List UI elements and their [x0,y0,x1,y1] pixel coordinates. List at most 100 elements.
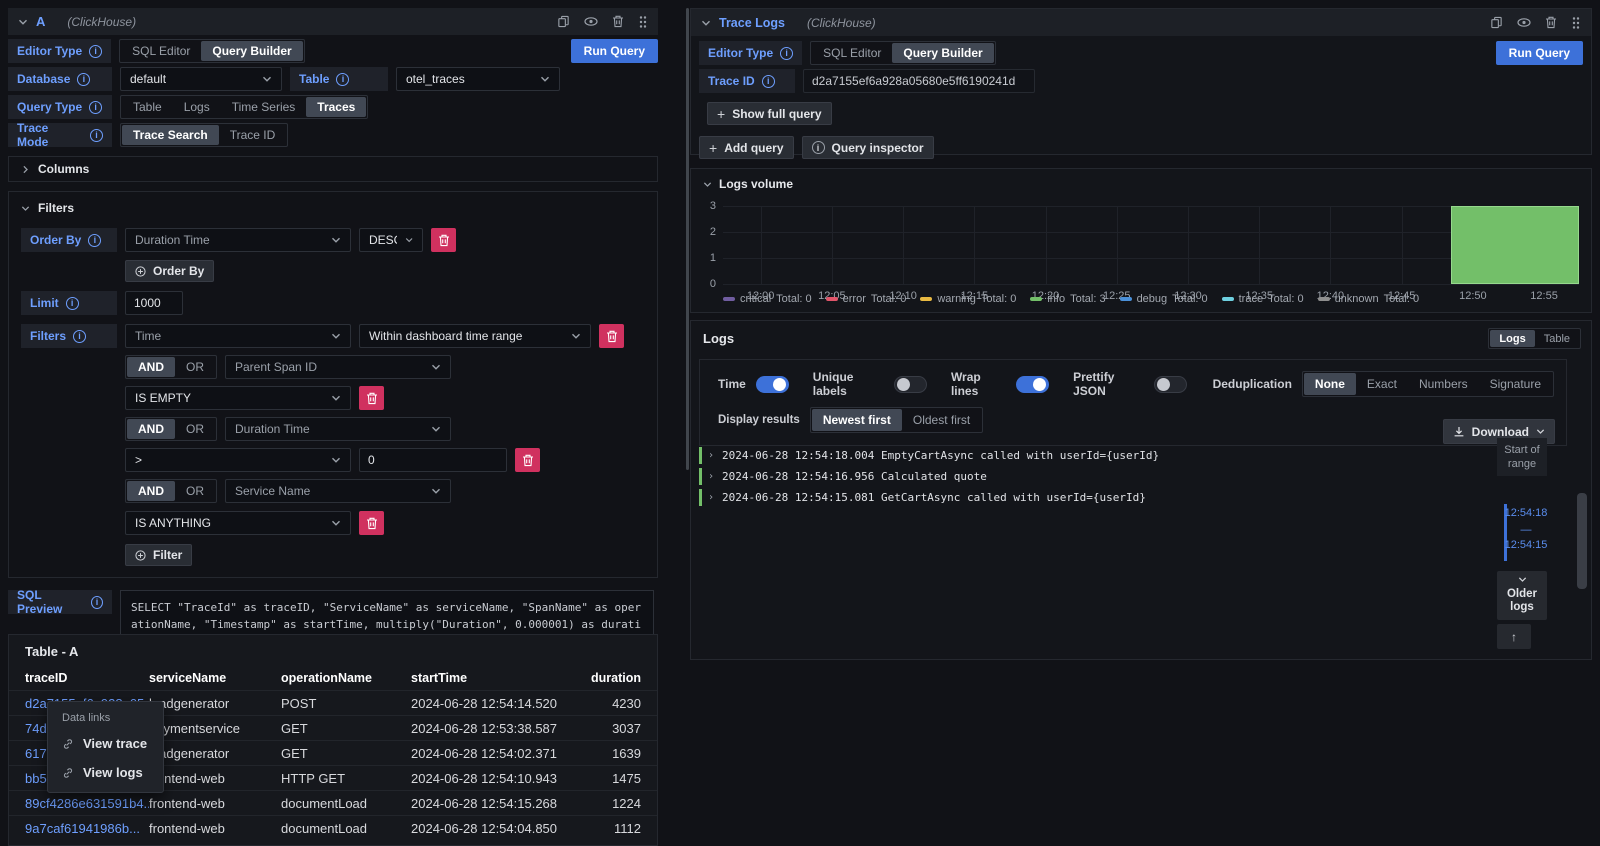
info-icon[interactable]: i [89,101,102,114]
hide-query-eye-icon[interactable] [584,16,598,27]
duplicate-query-icon[interactable] [557,15,570,28]
remove-filter-button[interactable] [359,386,384,410]
logs-volume-header[interactable]: Logs volume [691,169,1591,191]
info-icon[interactable]: i [780,47,793,60]
info-icon[interactable]: i [762,75,775,88]
newest-first-option[interactable]: Newest first [812,409,902,431]
trace-id-link[interactable]: 89cf4286e631591b4... [25,791,149,815]
filter-operator-select[interactable]: > [125,448,351,472]
query-builder-option[interactable]: Query Builder [201,41,302,61]
info-icon[interactable]: i [89,45,102,58]
sql-editor-option[interactable]: SQL Editor [121,41,201,61]
legend-item-trace[interactable]: traceTotal: 0 [1222,293,1304,305]
view-table-option[interactable]: Table [1535,330,1579,347]
info-icon[interactable]: i [336,73,349,86]
remove-filter-button[interactable] [515,448,540,472]
filters-section-header[interactable]: Filters [21,201,645,215]
trace-id-input[interactable] [803,69,1035,93]
limit-input[interactable] [125,291,183,315]
legend-item-warning[interactable]: warningTotal: 0 [920,293,1016,305]
query-type-logs[interactable]: Logs [173,97,221,117]
view-logs-link[interactable]: View logs [62,765,147,780]
expand-log-chevron-icon[interactable]: › [708,492,716,503]
info-icon[interactable]: i [73,330,86,343]
query-type-traces[interactable]: Traces [306,97,366,117]
run-query-button[interactable]: Run Query [571,39,658,63]
order-by-field-select[interactable]: Duration Time [125,228,351,252]
and-option[interactable]: AND [127,419,175,439]
drag-handle-icon[interactable] [638,15,648,29]
drag-handle-icon[interactable] [1571,16,1581,30]
filter-field-select[interactable]: Parent Span ID [225,355,451,379]
info-logs-bar[interactable] [1451,206,1579,284]
query-builder-option[interactable]: Query Builder [892,43,993,63]
log-row[interactable]: › 2024-06-28 12:54:18.004 EmptyCartAsync… [699,445,1159,466]
scroll-to-top-button[interactable]: ↑ [1497,624,1531,649]
delete-query-trash-icon[interactable] [1545,16,1557,29]
show-full-query-button[interactable]: +Show full query [707,102,832,125]
col-header-operationname[interactable]: operationName [281,665,411,690]
log-row[interactable]: › 2024-06-28 12:54:16.956 Calculated quo… [699,466,1159,487]
info-icon[interactable]: i [91,596,103,609]
time-toggle[interactable] [756,376,789,393]
dedup-exact-option[interactable]: Exact [1356,373,1408,395]
duplicate-query-icon[interactable] [1490,16,1503,29]
unique-labels-toggle[interactable] [894,376,927,393]
run-query-button[interactable]: Run Query [1496,41,1583,65]
col-header-traceid[interactable]: traceID [25,665,149,690]
left-pane-scrollbar[interactable] [686,8,689,470]
filter-operator-select[interactable]: Within dashboard time range [359,324,591,348]
dedup-none-option[interactable]: None [1304,373,1356,395]
query-type-timeseries[interactable]: Time Series [221,97,307,117]
database-select[interactable]: default [120,67,282,91]
hide-query-eye-icon[interactable] [1517,17,1531,28]
info-icon[interactable]: i [66,297,79,310]
info-icon[interactable]: i [90,129,103,142]
filter-field-select[interactable]: Duration Time [225,417,451,441]
trace-search-option[interactable]: Trace Search [122,125,219,145]
filter-field-select[interactable]: Service Name [225,479,451,503]
view-logs-option[interactable]: Logs [1490,330,1534,347]
or-option[interactable]: OR [175,357,215,377]
add-order-by-button[interactable]: Order By [125,260,214,282]
query-type-table[interactable]: Table [122,97,173,117]
and-option[interactable]: AND [127,357,175,377]
legend-item-debug[interactable]: debugTotal: 0 [1120,293,1208,305]
or-option[interactable]: OR [175,419,215,439]
columns-section[interactable]: Columns [8,156,658,182]
info-icon[interactable]: i [88,234,101,247]
filter-value-input[interactable] [359,448,507,472]
order-by-direction-select[interactable]: DESC [359,228,423,252]
table-select[interactable]: otel_traces [396,67,560,91]
remove-filter-button[interactable] [599,324,624,348]
log-row[interactable]: › 2024-06-28 12:54:15.081 GetCartAsync c… [699,487,1159,508]
trace-id-option[interactable]: Trace ID [219,125,287,145]
oldest-first-option[interactable]: Oldest first [902,409,981,431]
add-filter-button[interactable]: Filter [125,544,192,566]
dedup-numbers-option[interactable]: Numbers [1408,373,1479,395]
legend-item-info[interactable]: infoTotal: 3 [1030,293,1105,305]
collapse-chevron-icon[interactable] [18,17,28,27]
or-option[interactable]: OR [175,481,215,501]
trace-id-link[interactable]: 9a7caf61941986b... [25,816,149,840]
col-header-starttime[interactable]: startTime [411,665,571,690]
remove-order-by-button[interactable] [431,228,456,252]
delete-query-trash-icon[interactable] [612,15,624,28]
view-trace-link[interactable]: View trace [62,736,147,751]
expand-log-chevron-icon[interactable]: › [708,450,716,461]
collapse-chevron-icon[interactable] [701,18,711,28]
older-logs-button[interactable]: Older logs [1497,571,1547,620]
expand-log-chevron-icon[interactable]: › [708,471,716,482]
add-query-button[interactable]: +Add query [699,136,794,159]
info-icon[interactable]: i [77,73,90,86]
filter-operator-select[interactable]: IS ANYTHING [125,511,351,535]
legend-item-error[interactable]: errorTotal: 0 [826,293,907,305]
legend-item-unknown[interactable]: unknownTotal: 0 [1318,293,1420,305]
logs-scrollbar[interactable] [1577,493,1587,589]
prettify-json-toggle[interactable] [1154,376,1187,393]
sql-editor-option[interactable]: SQL Editor [812,43,892,63]
and-option[interactable]: AND [127,481,175,501]
query-inspector-button[interactable]: iQuery inspector [802,136,934,159]
col-header-servicename[interactable]: serviceName [149,665,281,690]
col-header-duration[interactable]: duration [571,665,641,690]
